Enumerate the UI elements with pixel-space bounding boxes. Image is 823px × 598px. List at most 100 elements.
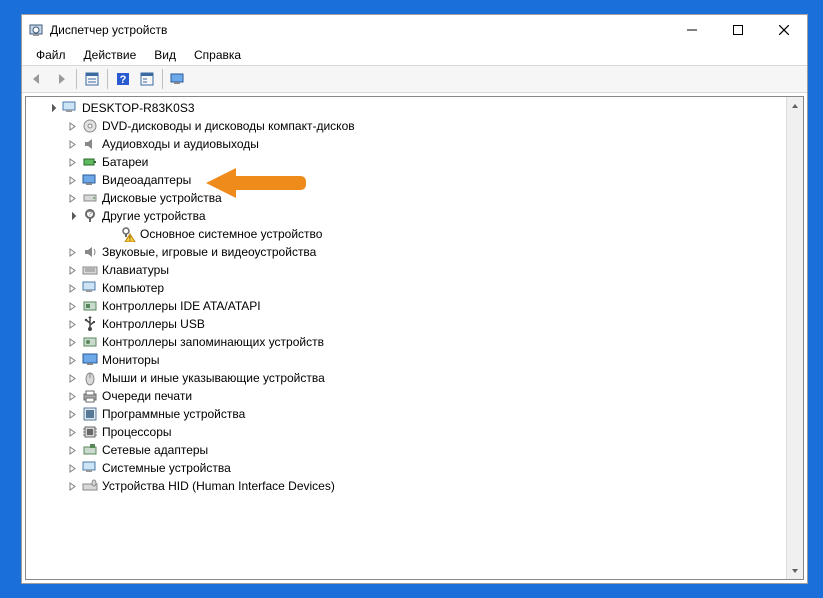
expander-closed-icon[interactable] <box>66 156 78 168</box>
audio-io-icon <box>82 136 98 152</box>
expander-closed-icon[interactable] <box>66 174 78 186</box>
mouse-icon <box>82 370 98 386</box>
tree-item-processors[interactable]: Процессоры <box>26 423 803 441</box>
menu-action[interactable]: Действие <box>76 46 145 64</box>
tree-item-label: Контроллеры IDE ATA/ATAPI <box>102 299 261 313</box>
expander-closed-icon[interactable] <box>66 480 78 492</box>
tree-item-hid[interactable]: Устройства HID (Human Interface Devices) <box>26 477 803 495</box>
tree-item-audio-io[interactable]: Аудиовходы и аудиовыходы <box>26 135 803 153</box>
back-button[interactable] <box>26 68 48 90</box>
maximize-button[interactable] <box>715 15 761 45</box>
tree-item-base-system-device[interactable]: ! Основное системное устройство <box>26 225 803 243</box>
other-devices-icon: ? <box>82 208 98 224</box>
tree-item-disk-drives[interactable]: Дисковые устройства <box>26 189 803 207</box>
window-controls <box>669 15 807 45</box>
storage-controller-icon <box>82 334 98 350</box>
usb-icon <box>82 316 98 332</box>
tree-item-label: Контроллеры USB <box>102 317 205 331</box>
tree-item-network-adapters[interactable]: Сетевые адаптеры <box>26 441 803 459</box>
tree-item-computer[interactable]: Компьютер <box>26 279 803 297</box>
tree-item-label: Системные устройства <box>102 461 231 475</box>
tree-item-software-devices[interactable]: Программные устройства <box>26 405 803 423</box>
expander-closed-icon[interactable] <box>66 246 78 258</box>
expander-closed-icon[interactable] <box>66 390 78 402</box>
toolbar-separator <box>162 69 163 89</box>
close-button[interactable] <box>761 15 807 45</box>
tree-item-label: Клавиатуры <box>102 263 169 277</box>
expander-closed-icon[interactable] <box>66 192 78 204</box>
tree-root[interactable]: DESKTOP-R83K0S3 <box>26 99 803 117</box>
svg-text:!: ! <box>129 236 131 242</box>
tree-item-label: Звуковые, игровые и видеоустройства <box>102 245 316 259</box>
tree-item-label: Процессоры <box>102 425 172 439</box>
expander-closed-icon[interactable] <box>66 372 78 384</box>
expander-open-icon[interactable] <box>46 102 58 114</box>
tree-item-label: Дисковые устройства <box>102 191 222 205</box>
device-tree: DESKTOP-R83K0S3 DVD-дисководы и дисковод… <box>26 97 803 497</box>
scan-hardware-button[interactable] <box>167 68 189 90</box>
tree-item-label: Видеоадаптеры <box>102 173 191 187</box>
tree-item-usb-controllers[interactable]: Контроллеры USB <box>26 315 803 333</box>
minimize-button[interactable] <box>669 15 715 45</box>
tree-panel: DESKTOP-R83K0S3 DVD-дисководы и дисковод… <box>25 96 804 580</box>
expander-open-icon[interactable] <box>66 210 78 222</box>
tree-item-mice[interactable]: Мыши и иные указывающие устройства <box>26 369 803 387</box>
sound-device-icon <box>82 244 98 260</box>
expander-closed-icon[interactable] <box>66 318 78 330</box>
expander-closed-icon[interactable] <box>66 120 78 132</box>
expander-closed-icon[interactable] <box>66 462 78 474</box>
expander-closed-icon[interactable] <box>66 426 78 438</box>
menu-file[interactable]: Файл <box>28 46 74 64</box>
tree-item-keyboards[interactable]: Клавиатуры <box>26 261 803 279</box>
tree-item-display-adapters[interactable]: Видеоадаптеры <box>26 171 803 189</box>
tree-item-monitors[interactable]: Мониторы <box>26 351 803 369</box>
tree-item-dvd[interactable]: DVD-дисководы и дисководы компакт-дисков <box>26 117 803 135</box>
system-device-icon <box>82 460 98 476</box>
scroll-up-button[interactable] <box>787 97 803 114</box>
expander-closed-icon[interactable] <box>66 354 78 366</box>
network-adapter-icon <box>82 442 98 458</box>
ide-controller-icon <box>82 298 98 314</box>
menu-help[interactable]: Справка <box>186 46 249 64</box>
processor-icon <box>82 424 98 440</box>
titlebar[interactable]: Диспетчер устройств <box>22 15 807 45</box>
tree-item-batteries[interactable]: Батареи <box>26 153 803 171</box>
show-hidden-button[interactable] <box>81 68 103 90</box>
computer-icon <box>82 280 98 296</box>
expander-closed-icon[interactable] <box>66 138 78 150</box>
hid-icon <box>82 478 98 494</box>
toolbar-separator <box>76 69 77 89</box>
expander-closed-icon[interactable] <box>66 336 78 348</box>
window-title: Диспетчер устройств <box>50 23 669 37</box>
tree-item-label: Программные устройства <box>102 407 245 421</box>
tree-item-other-devices[interactable]: ? Другие устройства <box>26 207 803 225</box>
vertical-scrollbar[interactable] <box>786 97 803 579</box>
svg-text:?: ? <box>120 74 127 86</box>
tree-item-storage-controllers[interactable]: Контроллеры запоминающих устройств <box>26 333 803 351</box>
tree-item-sound-devices[interactable]: Звуковые, игровые и видеоустройства <box>26 243 803 261</box>
help-button[interactable]: ? <box>112 68 134 90</box>
tree-item-ide-controllers[interactable]: Контроллеры IDE ATA/ATAPI <box>26 297 803 315</box>
tree-item-system-devices[interactable]: Системные устройства <box>26 459 803 477</box>
scroll-down-button[interactable] <box>787 562 803 579</box>
expander-closed-icon[interactable] <box>66 282 78 294</box>
disk-drive-icon <box>82 190 98 206</box>
menubar: Файл Действие Вид Справка <box>22 45 807 65</box>
expander-closed-icon[interactable] <box>66 300 78 312</box>
computer-icon <box>62 100 78 116</box>
expander-closed-icon[interactable] <box>66 408 78 420</box>
keyboard-icon <box>82 262 98 278</box>
svg-text:?: ? <box>88 211 92 218</box>
properties-button[interactable] <box>136 68 158 90</box>
menu-view[interactable]: Вид <box>146 46 184 64</box>
tree-item-label: Мониторы <box>102 353 159 367</box>
scroll-track[interactable] <box>787 114 803 562</box>
tree-item-print-queues[interactable]: Очереди печати <box>26 387 803 405</box>
expander-closed-icon[interactable] <box>66 444 78 456</box>
forward-button[interactable] <box>50 68 72 90</box>
tree-item-label: Основное системное устройство <box>140 227 322 241</box>
tree-item-label: Другие устройства <box>102 209 206 223</box>
battery-icon <box>82 154 98 170</box>
tree-item-label: Очереди печати <box>102 389 192 403</box>
expander-closed-icon[interactable] <box>66 264 78 276</box>
